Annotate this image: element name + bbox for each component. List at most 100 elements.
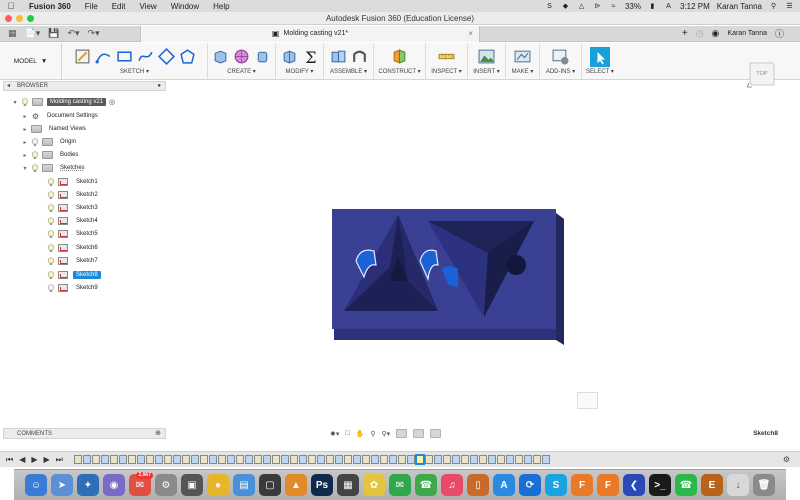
- timeline-feature[interactable]: [137, 455, 145, 464]
- trash-icon[interactable]: 🗑: [753, 474, 775, 496]
- tree-node-named-views[interactable]: ▸ Named Views: [22, 123, 89, 135]
- sketch-item-selected[interactable]: Sketch8: [44, 269, 101, 281]
- close-tab-icon[interactable]: ×: [468, 29, 473, 38]
- timeline-feature[interactable]: [83, 455, 91, 464]
- sketch-item[interactable]: Sketch2: [44, 189, 101, 201]
- help-icon[interactable]: ⓘ: [775, 27, 784, 40]
- extrude-icon[interactable]: [212, 48, 229, 65]
- line-tool-icon[interactable]: [95, 48, 112, 65]
- timeline-feature[interactable]: [200, 455, 208, 464]
- scripts-addins-icon[interactable]: [552, 48, 569, 65]
- user-avatar-icon[interactable]: ◉: [712, 28, 720, 39]
- tree-root[interactable]: ▾ Molding casting v21 ◎: [12, 96, 115, 108]
- finder-folder-icon[interactable]: ▢: [259, 474, 281, 496]
- timeline-feature[interactable]: [110, 455, 118, 464]
- user-account-name[interactable]: Karan Tanna: [727, 30, 767, 37]
- siri-icon[interactable]: ◉: [103, 474, 125, 496]
- cylinder-icon[interactable]: [254, 48, 271, 65]
- new-component-icon[interactable]: [330, 48, 347, 65]
- browser-collapse-icon[interactable]: ◂: [7, 82, 10, 89]
- facetime-icon[interactable]: ☎: [415, 474, 437, 496]
- document-tab[interactable]: ▣ Molding casting v21* ×: [140, 25, 480, 42]
- timeline-feature[interactable]: [380, 455, 388, 464]
- wifi-icon[interactable]: ≈: [609, 2, 618, 10]
- insert-image-icon[interactable]: [478, 48, 495, 65]
- timeline-feature[interactable]: [371, 455, 379, 464]
- file-menu-icon[interactable]: 📄▾: [25, 28, 41, 39]
- comments-panel-header[interactable]: COMMENTS ⊕: [3, 428, 166, 439]
- browser-panel-header[interactable]: ◂ BROWSER ●: [3, 81, 166, 91]
- input-source-icon[interactable]: A: [664, 2, 673, 10]
- visibility-bulb-icon[interactable]: [47, 203, 55, 213]
- timeline-feature[interactable]: [488, 455, 496, 464]
- zoom-window-button[interactable]: [27, 15, 34, 22]
- visibility-bulb-icon[interactable]: [21, 97, 29, 107]
- addins-group-label[interactable]: ADD-INS ▾: [546, 67, 575, 77]
- sketch-item[interactable]: Sketch4: [44, 215, 101, 227]
- apple-menu-icon[interactable]: : [0, 1, 22, 11]
- timeline-feature[interactable]: [515, 455, 523, 464]
- visibility-bulb-icon[interactable]: [31, 163, 39, 173]
- minimize-window-button[interactable]: [16, 15, 23, 22]
- timeline-feature[interactable]: [425, 455, 433, 464]
- sketch-item[interactable]: Sketch9: [44, 282, 101, 294]
- timeline-feature[interactable]: [524, 455, 532, 464]
- timeline-feature[interactable]: [506, 455, 514, 464]
- terminal-icon[interactable]: >_: [649, 474, 671, 496]
- visibility-bulb-icon[interactable]: [47, 256, 55, 266]
- timeline-feature[interactable]: [362, 455, 370, 464]
- timeline-feature[interactable]: [164, 455, 172, 464]
- terminal-preview-icon[interactable]: ▦: [337, 474, 359, 496]
- timeline-feature-current[interactable]: [416, 455, 424, 464]
- sketch-item[interactable]: Sketch3: [44, 202, 101, 214]
- construct-group-label[interactable]: CONSTRUCT ▾: [378, 67, 420, 77]
- timeline-feature[interactable]: [227, 455, 235, 464]
- eagle-icon[interactable]: E: [701, 474, 723, 496]
- menu-help[interactable]: Help: [206, 2, 236, 11]
- add-comment-icon[interactable]: ⊕: [155, 429, 161, 437]
- timeline-feature[interactable]: [128, 455, 136, 464]
- timeline-feature[interactable]: [173, 455, 181, 464]
- save-icon[interactable]: 💾: [48, 28, 59, 39]
- fusion-dock-icon[interactable]: F: [571, 474, 593, 496]
- system-icon[interactable]: ⚙: [155, 474, 177, 496]
- go-to-end-icon[interactable]: ⏭: [56, 455, 63, 465]
- app-store-icon[interactable]: A: [493, 474, 515, 496]
- downloads-icon[interactable]: ↓: [727, 474, 749, 496]
- photos-icon[interactable]: ✿: [363, 474, 385, 496]
- sketch-group-label[interactable]: SKETCH ▾: [120, 67, 149, 77]
- expand-icon[interactable]: ▸: [22, 126, 28, 133]
- measure-icon[interactable]: [438, 48, 455, 65]
- timeline-feature[interactable]: [272, 455, 280, 464]
- mold-model[interactable]: [330, 207, 566, 349]
- display-settings-icon[interactable]: [396, 429, 408, 438]
- safari-icon[interactable]: ✦: [77, 474, 99, 496]
- zoom-icon[interactable]: ⚲: [370, 430, 375, 438]
- finder-icon[interactable]: ☺: [25, 474, 47, 496]
- visibility-bulb-icon[interactable]: [47, 283, 55, 293]
- timeline-feature[interactable]: [254, 455, 262, 464]
- step-forward-icon[interactable]: ▶: [44, 455, 50, 465]
- timeline-feature[interactable]: [533, 455, 541, 464]
- look-at-icon[interactable]: □: [345, 430, 349, 437]
- new-tab-icon[interactable]: +: [682, 28, 688, 39]
- sketch-item[interactable]: Sketch5: [44, 228, 101, 240]
- timeline-feature[interactable]: [479, 455, 487, 464]
- grid-settings-icon[interactable]: [413, 429, 425, 438]
- press-pull-icon[interactable]: [281, 48, 298, 65]
- close-window-button[interactable]: [5, 15, 12, 22]
- expand-icon[interactable]: ▸: [22, 113, 28, 120]
- visibility-bulb-icon[interactable]: [47, 216, 55, 226]
- step-back-icon[interactable]: ◀: [19, 455, 25, 465]
- timeline-feature[interactable]: [74, 455, 82, 464]
- canvas-widget[interactable]: · ·: [577, 392, 598, 409]
- visibility-bulb-icon[interactable]: [31, 137, 39, 147]
- undo-icon[interactable]: ↶▾: [67, 28, 79, 39]
- timeline-settings-icon[interactable]: ⚙: [783, 455, 800, 464]
- spline-tool-icon[interactable]: [137, 48, 154, 65]
- whatsapp-icon[interactable]: ☎: [675, 474, 697, 496]
- timeline-feature[interactable]: [119, 455, 127, 464]
- timeline-feature[interactable]: [452, 455, 460, 464]
- sync-icon[interactable]: ⟳: [519, 474, 541, 496]
- timeline-feature[interactable]: [182, 455, 190, 464]
